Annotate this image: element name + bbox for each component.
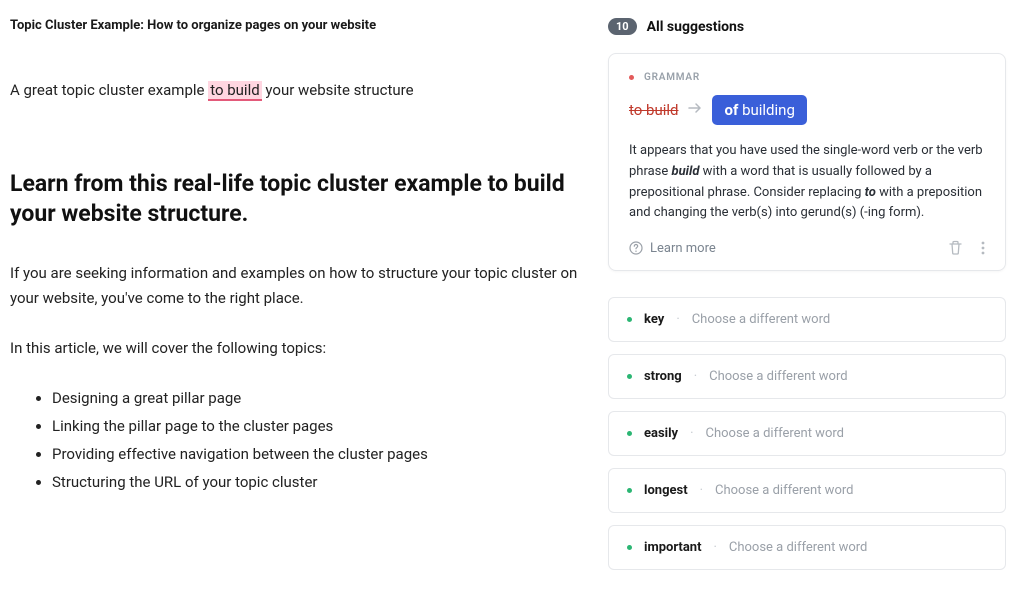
category-dot-icon bbox=[627, 317, 632, 322]
mini-word: longest bbox=[644, 483, 688, 498]
separator-dot: · bbox=[713, 540, 716, 555]
intro-prefix: A great topic cluster example bbox=[10, 81, 208, 99]
bullet-list: Designing a great pillar page Linking th… bbox=[10, 385, 580, 496]
separator-dot: · bbox=[676, 312, 679, 327]
doc-title: Topic Cluster Example: How to organize p… bbox=[10, 18, 580, 33]
mini-hint: Choose a different word bbox=[715, 483, 853, 498]
separator-dot: · bbox=[700, 483, 703, 498]
mini-hint: Choose a different word bbox=[729, 540, 867, 555]
arrow-right-icon bbox=[688, 102, 702, 118]
mini-word: strong bbox=[644, 369, 682, 384]
article-heading: Learn from this real-life topic cluster … bbox=[10, 169, 580, 229]
category-dot-icon bbox=[627, 488, 632, 493]
editor-pane: Topic Cluster Example: How to organize p… bbox=[0, 0, 590, 593]
card-category: GRAMMAR bbox=[644, 72, 700, 83]
mini-hint: Choose a different word bbox=[692, 312, 830, 327]
mini-word: important bbox=[644, 540, 701, 555]
intro-line: A great topic cluster example to build y… bbox=[10, 81, 580, 99]
list-item: Providing effective navigation between t… bbox=[52, 441, 580, 469]
card-footer: Learn more bbox=[629, 240, 985, 256]
intro-suffix: your website structure bbox=[262, 81, 414, 99]
list-item: Linking the pillar page to the cluster p… bbox=[52, 413, 580, 441]
mini-hint: Choose a different word bbox=[706, 426, 844, 441]
explanation-text: It appears that you have used the single… bbox=[629, 141, 985, 224]
suggestion-mini-card[interactable]: key · Choose a different word bbox=[608, 297, 1006, 342]
list-item: Structuring the URL of your topic cluste… bbox=[52, 469, 580, 497]
more-vertical-icon[interactable] bbox=[981, 240, 985, 256]
suggestion-mini-card[interactable]: strong · Choose a different word bbox=[608, 354, 1006, 399]
question-circle-icon bbox=[629, 241, 643, 255]
card-category-row: GRAMMAR bbox=[629, 72, 985, 83]
paragraph-2: In this article, we will cover the follo… bbox=[10, 336, 580, 362]
category-dot-icon bbox=[627, 374, 632, 379]
paragraph-1: If you are seeking information and examp… bbox=[10, 261, 580, 312]
suggestion-mini-card[interactable]: easily · Choose a different word bbox=[608, 411, 1006, 456]
card-actions bbox=[948, 240, 985, 256]
category-dot-icon bbox=[629, 75, 634, 80]
category-dot-icon bbox=[627, 431, 632, 436]
learn-more-label: Learn more bbox=[650, 241, 716, 256]
suggestion-card: GRAMMAR to build of building It appears … bbox=[608, 53, 1006, 271]
mini-word: easily bbox=[644, 426, 678, 441]
suggestion-mini-card[interactable]: important · Choose a different word bbox=[608, 525, 1006, 570]
suggestion-mini-card[interactable]: longest · Choose a different word bbox=[608, 468, 1006, 513]
original-text: to build bbox=[629, 101, 678, 119]
suggestion-replace-row: to build of building bbox=[629, 95, 985, 125]
suggestions-header: 10 All suggestions bbox=[608, 18, 1006, 35]
mini-word: key bbox=[644, 312, 664, 327]
list-item: Designing a great pillar page bbox=[52, 385, 580, 413]
category-dot-icon bbox=[627, 545, 632, 550]
separator-dot: · bbox=[690, 426, 693, 441]
trash-icon[interactable] bbox=[948, 240, 963, 256]
mini-hint: Choose a different word bbox=[709, 369, 847, 384]
separator-dot: · bbox=[694, 369, 697, 384]
replacement-button[interactable]: of building bbox=[712, 95, 806, 125]
suggestions-sidebar: 10 All suggestions GRAMMAR to build of b… bbox=[590, 0, 1024, 593]
suggestions-title: All suggestions bbox=[647, 19, 744, 35]
highlighted-phrase[interactable]: to build bbox=[208, 81, 261, 101]
suggestions-count-badge: 10 bbox=[608, 18, 637, 35]
learn-more-button[interactable]: Learn more bbox=[629, 241, 716, 256]
